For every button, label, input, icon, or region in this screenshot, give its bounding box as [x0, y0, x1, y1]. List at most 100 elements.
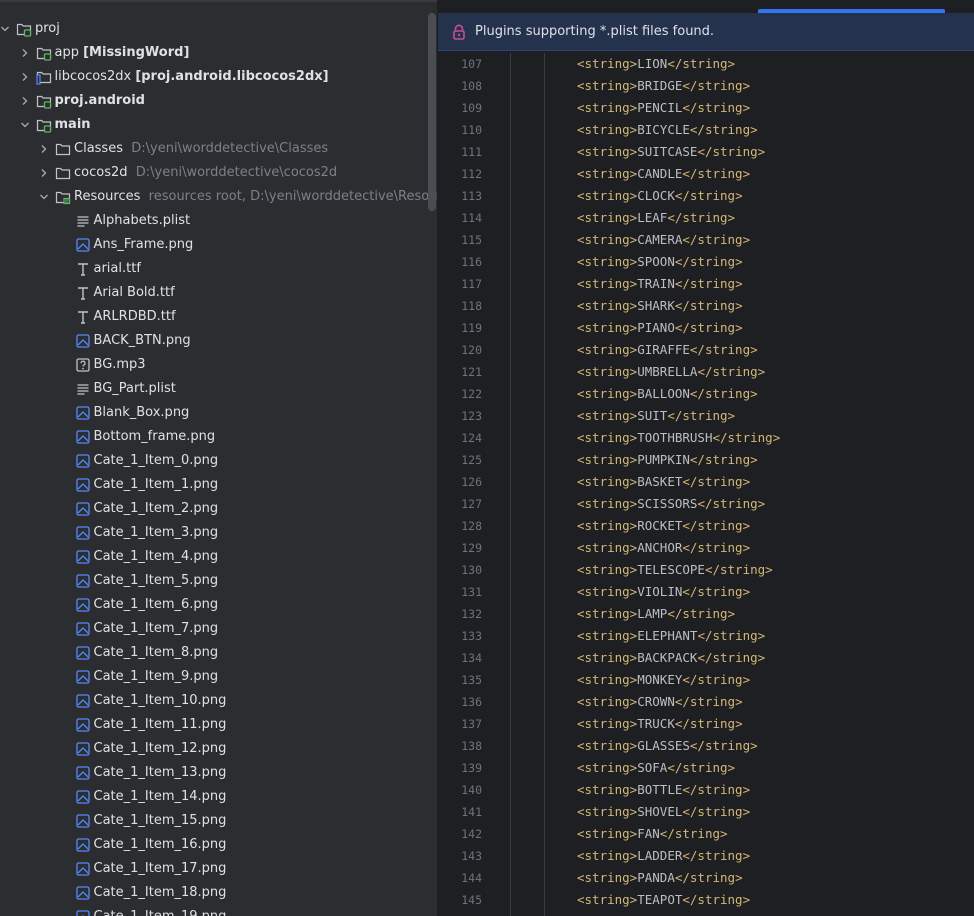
- code-line[interactable]: 116 <string>SPOON</string>: [438, 251, 974, 273]
- code-line[interactable]: 132 <string>LAMP</string>: [438, 603, 974, 625]
- tree-folder-row[interactable]: proj: [0, 17, 438, 41]
- code-line[interactable]: 119 <string>PIANO</string>: [438, 317, 974, 339]
- tree-file-row[interactable]: Cate_1_Item_3.png: [0, 521, 438, 545]
- code-area[interactable]: 107 <string>LION</string> 108 <string>BRIDG…: [438, 53, 974, 911]
- tree-file-row[interactable]: arial.ttf: [0, 257, 438, 281]
- tree-folder-row[interactable]: app [MissingWord]: [0, 41, 438, 65]
- code-line[interactable]: 124 <string>TOOTHBRUSH</string>: [438, 427, 974, 449]
- tree-file-row[interactable]: Cate_1_Item_11.png: [0, 713, 438, 737]
- code-line[interactable]: 108 <string>BRIDGE</string>: [438, 75, 974, 97]
- code-line[interactable]: 136 <string>CROWN</string>: [438, 691, 974, 713]
- chevron-right-icon[interactable]: [20, 72, 30, 82]
- tree-item-label: Cate_1_Item_9.png: [94, 665, 227, 689]
- chevron-right-icon[interactable]: [20, 48, 30, 58]
- code-line[interactable]: 129 <string>ANCHOR</string>: [438, 537, 974, 559]
- tree-item-name: Cate_1_Item_3.png: [93, 525, 219, 540]
- chevron-right-icon[interactable]: [39, 168, 49, 178]
- code-line[interactable]: 145 <string>TEAPOT</string>: [438, 889, 974, 911]
- code-line[interactable]: 109 <string>PENCIL</string>: [438, 97, 974, 119]
- tree-folder-row[interactable]: proj.android: [0, 89, 438, 113]
- tree-file-row[interactable]: Cate_1_Item_6.png: [0, 593, 438, 617]
- tree-file-row[interactable]: BACK_BTN.png: [0, 329, 438, 353]
- tree-file-row[interactable]: BG_Part.plist: [0, 377, 438, 401]
- code-line[interactable]: 138 <string>GLASSES</string>: [438, 735, 974, 757]
- code-line[interactable]: 122 <string>BALLOON</string>: [438, 383, 974, 405]
- code-line[interactable]: 134 <string>BACKPACK</string>: [438, 647, 974, 669]
- chevron-down-icon[interactable]: [20, 120, 30, 130]
- tree-file-row[interactable]: ARLRDBD.ttf: [0, 305, 438, 329]
- tree-file-row[interactable]: Cate_1_Item_9.png: [0, 665, 438, 689]
- tree-file-row[interactable]: Arial Bold.ttf: [0, 281, 438, 305]
- code-line[interactable]: 127 <string>SCISSORS</string>: [438, 493, 974, 515]
- code-line[interactable]: 130 <string>TELESCOPE</string>: [438, 559, 974, 581]
- plugin-notification-banner[interactable]: Plugins supporting *.plist files found.: [438, 13, 974, 51]
- tree-file-row[interactable]: Cate_1_Item_7.png: [0, 617, 438, 641]
- code-line[interactable]: 121 <string>UMBRELLA</string>: [438, 361, 974, 383]
- code-line[interactable]: 117 <string>TRAIN</string>: [438, 273, 974, 295]
- chevron-down-icon[interactable]: [0, 24, 10, 34]
- code-line[interactable]: 144 <string>PANDA</string>: [438, 867, 974, 889]
- code-line[interactable]: 137 <string>TRUCK</string>: [438, 713, 974, 735]
- tree-file-row[interactable]: Cate_1_Item_0.png: [0, 449, 438, 473]
- code-line[interactable]: 142 <string>FAN</string>: [438, 823, 974, 845]
- tree-folder-row[interactable]: Classes D:\yeni\worddetective\Classes: [0, 137, 438, 161]
- code-line[interactable]: 128 <string>ROCKET</string>: [438, 515, 974, 537]
- code-line[interactable]: 114 <string>LEAF</string>: [438, 207, 974, 229]
- tree-file-row[interactable]: Cate_1_Item_12.png: [0, 737, 438, 761]
- tree-file-row[interactable]: Ans_Frame.png: [0, 233, 438, 257]
- code-line[interactable]: 113 <string>CLOCK</string>: [438, 185, 974, 207]
- tree-file-row[interactable]: Cate_1_Item_19.png: [0, 905, 438, 916]
- code-line[interactable]: 131 <string>VIOLIN</string>: [438, 581, 974, 603]
- tree-folder-row[interactable]: cocos2d D:\yeni\worddetective\cocos2d: [0, 161, 438, 185]
- code-line[interactable]: 115 <string>CAMERA</string>: [438, 229, 974, 251]
- code-line[interactable]: 140 <string>BOTTLE</string>: [438, 779, 974, 801]
- tree-file-row[interactable]: Bottom_frame.png: [0, 425, 438, 449]
- tree-file-row[interactable]: Cate_1_Item_17.png: [0, 857, 438, 881]
- tree-file-row[interactable]: Cate_1_Item_5.png: [0, 569, 438, 593]
- chevron-right-icon[interactable]: [39, 144, 49, 154]
- tree-folder-row[interactable]: main: [0, 113, 438, 137]
- tree-file-row[interactable]: Cate_1_Item_15.png: [0, 809, 438, 833]
- code-line[interactable]: 111 <string>SUITCASE</string>: [438, 141, 974, 163]
- xml-string-element: <string>GLASSES</string>: [577, 735, 758, 757]
- tree-scrollbar[interactable]: [428, 13, 436, 211]
- chevron-down-icon[interactable]: [39, 192, 49, 202]
- tree-item-name: Cate_1_Item_10.png: [93, 693, 227, 708]
- code-line[interactable]: 110 <string>BICYCLE</string>: [438, 119, 974, 141]
- tree-file-row[interactable]: Alphabets.plist: [0, 209, 438, 233]
- code-line[interactable]: 112 <string>CANDLE</string>: [438, 163, 974, 185]
- tree-file-row[interactable]: Cate_1_Item_18.png: [0, 881, 438, 905]
- tree-file-row[interactable]: Cate_1_Item_10.png: [0, 689, 438, 713]
- tree-folder-row[interactable]: Resources resources root, D:\yeni\wordde…: [0, 185, 438, 209]
- code-line[interactable]: 120 <string>GIRAFFE</string>: [438, 339, 974, 361]
- tree-file-row[interactable]: Cate_1_Item_14.png: [0, 785, 438, 809]
- code-line[interactable]: 123 <string>SUIT</string>: [438, 405, 974, 427]
- tree-file-row[interactable]: Cate_1_Item_1.png: [0, 473, 438, 497]
- tree-file-row[interactable]: Blank_Box.png: [0, 401, 438, 425]
- tree-file-row[interactable]: Cate_1_Item_16.png: [0, 833, 438, 857]
- chevron-right-icon[interactable]: [20, 96, 30, 106]
- panel-divider[interactable]: [437, 0, 438, 916]
- code-line[interactable]: 133 <string>ELEPHANT</string>: [438, 625, 974, 647]
- code-line[interactable]: 141 <string>SHOVEL</string>: [438, 801, 974, 823]
- string-value: PIANO: [637, 320, 675, 335]
- tree-folder-row[interactable]: libcocos2dx [proj.android.libcocos2dx]: [0, 65, 438, 89]
- tree-file-row[interactable]: Cate_1_Item_8.png: [0, 641, 438, 665]
- code-line[interactable]: 107 <string>LION</string>: [438, 53, 974, 75]
- code-line[interactable]: 139 <string>SOFA</string>: [438, 757, 974, 779]
- image-file-icon: [75, 838, 90, 852]
- tree-file-row[interactable]: BG.mp3: [0, 353, 438, 377]
- tree-file-row[interactable]: Cate_1_Item_2.png: [0, 497, 438, 521]
- string-value: GLASSES: [637, 738, 690, 753]
- code-line[interactable]: 118 <string>SHARK</string>: [438, 295, 974, 317]
- code-line[interactable]: 135 <string>MONKEY</string>: [438, 669, 974, 691]
- code-line[interactable]: 125 <string>PUMPKIN</string>: [438, 449, 974, 471]
- close-tag: </string>: [674, 320, 743, 335]
- code-line[interactable]: 126 <string>BASKET</string>: [438, 471, 974, 493]
- code-line[interactable]: 143 <string>LADDER</string>: [438, 845, 974, 867]
- tree-file-row[interactable]: Cate_1_Item_4.png: [0, 545, 438, 569]
- tree-file-row[interactable]: Cate_1_Item_13.png: [0, 761, 438, 785]
- close-tag: </string>: [689, 122, 758, 137]
